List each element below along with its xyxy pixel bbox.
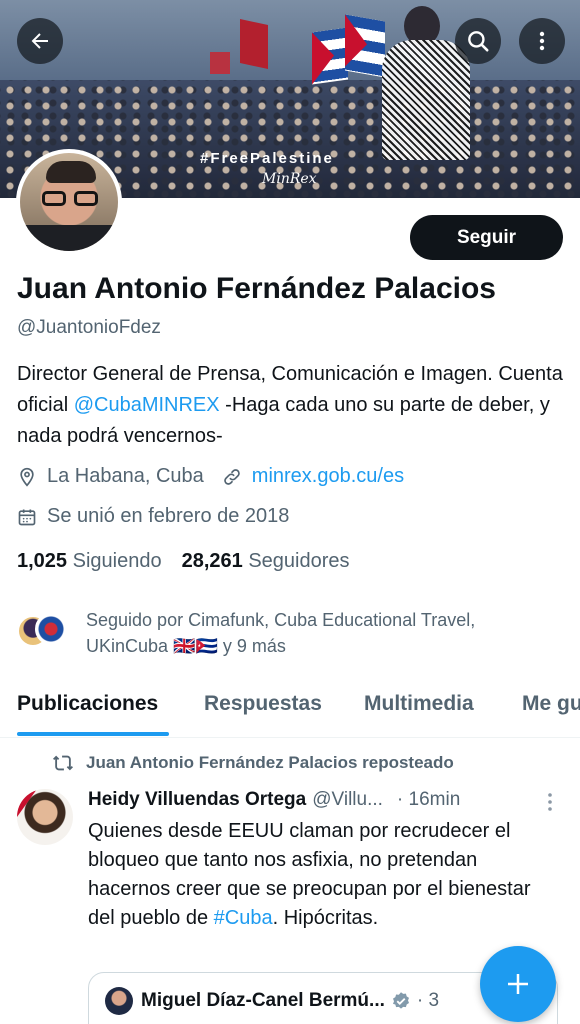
profile-handle: @JuantonioFdez — [17, 317, 161, 338]
verified-badge-icon — [392, 992, 409, 1009]
profile-avatar[interactable] — [16, 149, 122, 255]
following-count: 1,025 — [17, 550, 68, 572]
search-button[interactable] — [455, 18, 501, 64]
red-flag — [210, 52, 230, 74]
location-pin-icon — [20, 467, 34, 487]
followed-by-avatars — [17, 607, 73, 647]
profile-tabs: Publicaciones Respuestas Multimedia Me g… — [0, 678, 580, 738]
followers-label: Seguidores — [248, 550, 350, 572]
location-text: La Habana, Cuba — [47, 465, 204, 487]
search-icon — [468, 31, 489, 52]
compose-button[interactable] — [480, 946, 556, 1022]
banner-signature: MinRex — [262, 171, 317, 187]
repost-icon — [53, 755, 73, 771]
tab-publicaciones[interactable]: Publicaciones — [17, 692, 158, 716]
avatar-shirt — [20, 225, 118, 251]
post-text: Quienes desde EEUU claman por recrudecer… — [88, 817, 558, 933]
tab-me-gusta[interactable]: Me gusta — [522, 692, 580, 716]
website-link-group[interactable]: minrex.gob.cu/es — [222, 465, 404, 488]
bio-mention-link[interactable]: @CubaMINREX — [74, 394, 220, 416]
post-author-handle[interactable]: @Villu... — [312, 789, 383, 811]
follow-button[interactable]: Seguir — [410, 215, 563, 260]
quoted-post-header: Miguel Díaz-Canel Bermú... · 3 — [105, 987, 439, 1015]
red-flag — [240, 19, 268, 69]
website-link[interactable]: minrex.gob.cu/es — [252, 465, 404, 488]
back-button[interactable] — [17, 18, 63, 64]
profile-stats: 1,025 Siguiendo 28,261 Seguidores — [17, 550, 350, 573]
banner-hashtag: #FreePalestine — [200, 150, 334, 167]
cuban-flag — [312, 27, 348, 85]
followed-by-text: Seguido por Cimafunk, Cuba Educational T… — [86, 610, 476, 656]
avatar — [35, 613, 67, 645]
profile-meta-location: La Habana, Cuba minrex.gob.cu/es — [17, 465, 404, 488]
post-hashtag-link[interactable]: #Cuba — [214, 907, 273, 929]
profile-meta-joined: Se unió en febrero de 2018 — [17, 505, 289, 528]
more-options-button[interactable] — [519, 18, 565, 64]
quoted-author-name: Miguel Díaz-Canel Bermú... — [141, 990, 385, 1011]
tab-multimedia[interactable]: Multimedia — [364, 692, 474, 716]
calendar-icon — [18, 509, 36, 525]
joined-text: Se unió en febrero de 2018 — [47, 505, 290, 527]
followers-stat[interactable]: 28,261 Seguidores — [182, 550, 350, 572]
link-icon — [224, 468, 240, 485]
followed-by[interactable]: Seguido por Cimafunk, Cuba Educational T… — [17, 607, 556, 659]
quoted-author-avatar — [105, 987, 133, 1015]
post-text-body: . Hipócritas. — [272, 907, 379, 929]
profile-name: Juan Antonio Fernández Palacios — [17, 272, 496, 305]
keffiyeh-figure — [382, 40, 470, 160]
repost-indicator[interactable]: Juan Antonio Fernández Palacios repostea… — [52, 752, 454, 774]
plus-icon — [508, 974, 528, 994]
more-vertical-icon — [548, 793, 552, 811]
post-header: Heidy Villuendas Ortega @Villu... · 16mi… — [88, 789, 558, 811]
following-stat[interactable]: 1,025 Siguiendo — [17, 550, 162, 572]
back-arrow-icon — [31, 33, 48, 49]
avatar-photo — [20, 153, 118, 251]
avatar-glasses — [42, 191, 100, 207]
avatar-hair — [46, 161, 96, 183]
following-label: Siguiendo — [72, 550, 162, 572]
more-vertical-icon — [539, 31, 545, 51]
followers-count: 28,261 — [181, 550, 243, 572]
post-author-avatar[interactable] — [17, 789, 73, 845]
repost-label: Juan Antonio Fernández Palacios repostea… — [86, 753, 454, 772]
post-more-button[interactable] — [541, 791, 559, 818]
quoted-post-meta: · 3 — [416, 990, 440, 1011]
tab-respuestas[interactable]: Respuestas — [204, 692, 322, 716]
post-author-name[interactable]: Heidy Villuendas Ortega — [88, 789, 306, 811]
profile-bio: Director General de Prensa, Comunicación… — [17, 359, 567, 452]
post-timestamp[interactable]: · 16min — [397, 789, 460, 811]
active-tab-indicator — [17, 732, 169, 736]
cuban-flag — [345, 14, 385, 78]
